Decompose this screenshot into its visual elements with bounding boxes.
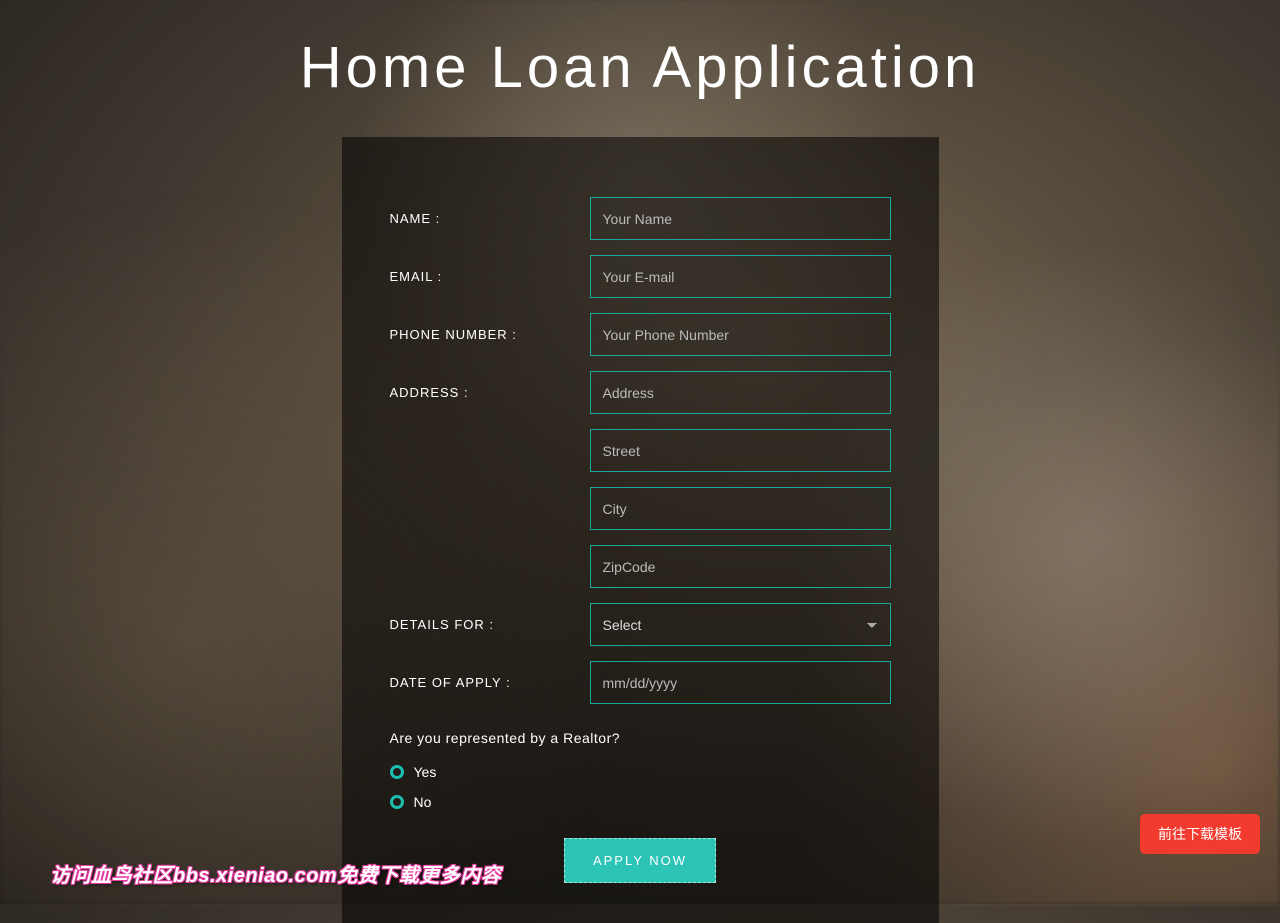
apply-now-button[interactable]: APPLY NOW (564, 838, 716, 883)
address-input[interactable] (590, 371, 891, 414)
name-input[interactable] (590, 197, 891, 240)
label-name: NAME : (390, 197, 590, 226)
details-select[interactable]: Select (590, 603, 891, 646)
city-input[interactable] (590, 487, 891, 530)
label-details: DETAILS FOR : (390, 603, 590, 632)
zip-input[interactable] (590, 545, 891, 588)
form-card: NAME : EMAIL : PHONE NUMBER : ADDRESS : … (342, 137, 939, 923)
label-date: DATE OF APPLY : (390, 661, 590, 690)
street-input[interactable] (590, 429, 891, 472)
date-input[interactable] (590, 661, 891, 704)
phone-input[interactable] (590, 313, 891, 356)
page-title: Home Loan Application (0, 0, 1280, 101)
email-input[interactable] (590, 255, 891, 298)
radio-yes-row[interactable]: Yes (390, 764, 891, 780)
label-email: EMAIL : (390, 255, 590, 284)
download-template-button[interactable]: 前往下载模板 (1140, 814, 1260, 854)
radio-yes-label: Yes (414, 764, 437, 780)
label-address: ADDRESS : (390, 371, 590, 400)
watermark-text: 访问血鸟社区bbs.xieniao.com免费下载更多内容 (50, 859, 501, 888)
label-phone: PHONE NUMBER : (390, 313, 590, 342)
realtor-question: Are you represented by a Realtor? (390, 730, 891, 746)
radio-no-row[interactable]: No (390, 794, 891, 810)
radio-no[interactable] (390, 795, 404, 809)
radio-no-label: No (414, 794, 432, 810)
radio-yes[interactable] (390, 765, 404, 779)
